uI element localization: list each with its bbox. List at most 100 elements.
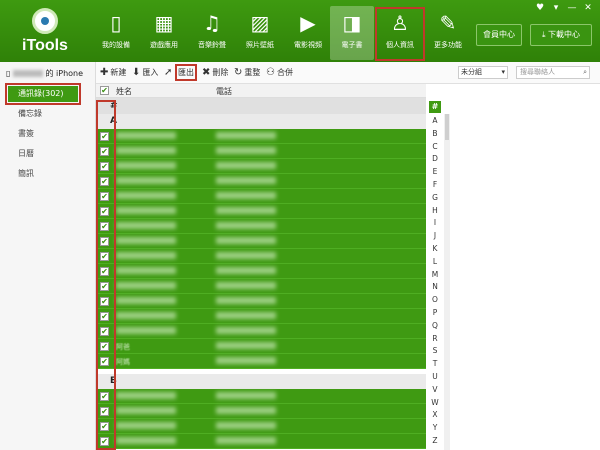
alpha-index-e[interactable]: E [426, 167, 444, 176]
nav-games-apps[interactable]: ▦ 遊戲應用 [142, 10, 186, 58]
alpha-index-r[interactable]: R [426, 334, 444, 343]
nav-photos-wallpapers[interactable]: ▨ 照片壁紙 [238, 10, 282, 58]
alpha-index-v[interactable]: V [426, 385, 444, 394]
menu-dropdown-icon[interactable]: ▾ [550, 2, 562, 14]
export-icon: ➚ [164, 67, 173, 78]
alpha-index-z[interactable]: Z [426, 436, 444, 445]
merge-button[interactable]: ⚇ 合併 [266, 67, 293, 78]
sidebar-item-messages[interactable]: 簡訊 [18, 168, 34, 179]
table-row[interactable]: ✔ [96, 309, 426, 324]
table-row[interactable]: ✔ [96, 159, 426, 174]
app-logo[interactable]: iTools [22, 8, 68, 58]
alpha-index-t[interactable]: T [426, 359, 444, 368]
table-row[interactable]: ✔ [96, 389, 426, 404]
download-icon: ⤓ [541, 30, 546, 39]
table-row[interactable]: ✔ [96, 419, 426, 434]
scrollbar-thumb[interactable] [445, 114, 449, 140]
table-row[interactable]: ✔ [96, 174, 426, 189]
table-row[interactable]: ✔ [96, 219, 426, 234]
nav-movies-videos[interactable]: ▶ 電影視頻 [286, 10, 330, 58]
new-label: 新建 [110, 68, 127, 77]
contact-phone-redacted [216, 177, 276, 184]
table-row[interactable]: ✔ 阿媽 [96, 354, 426, 369]
alpha-index-i[interactable]: I [426, 218, 444, 227]
contact-phone-redacted [216, 392, 276, 399]
close-icon[interactable]: ✕ [582, 2, 594, 14]
alpha-index-f[interactable]: F [426, 180, 444, 189]
nav-personal-info[interactable]: ♙ 個人資訊 [375, 7, 425, 61]
table-row[interactable]: ✔ [96, 189, 426, 204]
sidebar-item-notes[interactable]: 備忘錄 [18, 108, 42, 119]
refresh-button[interactable]: ↻ 重整 [234, 67, 260, 78]
sidebar-item-contacts[interactable]: 通訊錄(302) [5, 83, 81, 105]
group-filter-select[interactable]: 未分組 ▾ [458, 66, 508, 79]
contact-name-redacted [116, 147, 176, 154]
alpha-index-u[interactable]: U [426, 372, 444, 381]
heart-icon[interactable]: ♥ [534, 2, 546, 14]
device-name[interactable]: ▯ 的 iPhone [6, 68, 83, 79]
export-button[interactable]: 匯出 [175, 64, 197, 81]
table-row[interactable]: ✔ [96, 234, 426, 249]
table-row[interactable]: ✔ [96, 264, 426, 279]
alpha-index-x[interactable]: X [426, 410, 444, 419]
delete-button[interactable]: ✖ 刪除 [202, 67, 228, 78]
table-row[interactable]: ✔ [96, 434, 426, 449]
column-phone-header[interactable]: 電話 [216, 86, 232, 97]
alpha-index-g[interactable]: G [426, 193, 444, 202]
table-row[interactable]: ✔ 阿爸 [96, 339, 426, 354]
import-button[interactable]: ⬇ 匯入 [132, 67, 158, 78]
alpha-index-d[interactable]: D [426, 154, 444, 163]
merge-icon: ⚇ [266, 67, 275, 78]
phone-small-icon: ▯ [6, 69, 11, 78]
column-name-header[interactable]: 姓名 [116, 86, 132, 97]
alpha-index-l[interactable]: L [426, 257, 444, 266]
new-button[interactable]: ✚ 新建 [100, 67, 126, 78]
table-row[interactable]: ✔ [96, 144, 426, 159]
merge-label: 合併 [276, 68, 293, 77]
table-row[interactable]: ✔ [96, 129, 426, 144]
table-row[interactable]: ✔ [96, 204, 426, 219]
sidebar-item-calendar[interactable]: 日曆 [18, 148, 34, 159]
contact-search-input[interactable]: 搜尋聯絡人 ⌕ [516, 66, 590, 79]
alpha-index-c[interactable]: C [426, 142, 444, 151]
alpha-index-y[interactable]: Y [426, 423, 444, 432]
table-row[interactable]: ✔ [96, 249, 426, 264]
contact-name-redacted [116, 422, 176, 429]
alpha-index-q[interactable]: Q [426, 321, 444, 330]
table-row[interactable]: ✔ [96, 294, 426, 309]
alpha-index-k[interactable]: K [426, 244, 444, 253]
nav-ebooks[interactable]: ◨ 電子書 [330, 6, 374, 60]
alpha-index-m[interactable]: M [426, 270, 444, 279]
alpha-index-h[interactable]: H [426, 206, 444, 215]
music-note-icon: ♫ [203, 11, 221, 35]
alpha-index-w[interactable]: W [426, 398, 444, 407]
member-center-button[interactable]: 會員中心 [476, 24, 522, 46]
contact-name-redacted [116, 207, 176, 214]
alpha-index-a[interactable]: A [426, 116, 444, 125]
select-all-checkbox[interactable]: ✔ [100, 86, 109, 95]
alpha-index-j[interactable]: J [426, 231, 444, 240]
contact-name-redacted [116, 437, 176, 444]
alpha-index-n[interactable]: N [426, 282, 444, 291]
nav-more-functions[interactable]: ✎ 更多功能 [426, 10, 470, 58]
contact-name-redacted [116, 252, 176, 259]
nav-music-ringtones[interactable]: ♫ 音樂鈴聲 [190, 10, 234, 58]
export-pin-icon[interactable]: ➚ [164, 67, 174, 78]
table-row[interactable]: ✔ [96, 324, 426, 339]
table-row[interactable]: ✔ [96, 404, 426, 419]
alpha-index-hash[interactable]: # [429, 101, 441, 113]
alpha-index-o[interactable]: O [426, 295, 444, 304]
device-owner-redacted [12, 70, 43, 77]
contact-phone-redacted [216, 252, 276, 259]
download-center-button[interactable]: ⤓ 下載中心 [530, 24, 592, 46]
alpha-index-b[interactable]: B [426, 129, 444, 138]
sidebar: ▯ 的 iPhone 通訊錄(302) 備忘錄 書簽 日曆 簡訊 [0, 62, 96, 450]
sidebar-item-bookmarks[interactable]: 書簽 [18, 128, 34, 139]
nav-my-device[interactable]: ▯ 我的設備 [94, 10, 138, 58]
alpha-index-s[interactable]: S [426, 346, 444, 355]
alpha-index-p[interactable]: P [426, 308, 444, 317]
minimize-icon[interactable]: — [566, 2, 578, 14]
contact-name-redacted [116, 407, 176, 414]
contact-phone-redacted [216, 147, 276, 154]
table-row[interactable]: ✔ [96, 279, 426, 294]
